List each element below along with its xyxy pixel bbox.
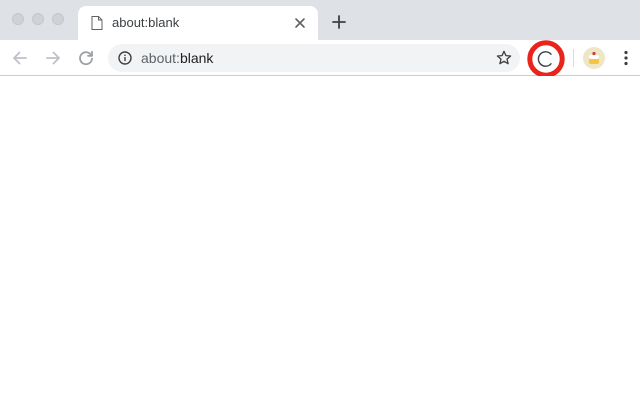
info-icon[interactable] [118, 51, 132, 65]
reload-icon[interactable] [76, 48, 96, 68]
plus-icon[interactable] [330, 13, 348, 31]
tab-title: about:blank [112, 15, 180, 30]
window-maximize-button[interactable] [52, 13, 64, 25]
avatar-image [583, 47, 605, 69]
arrow-right-icon[interactable] [43, 48, 63, 68]
extension-button[interactable] [527, 40, 565, 78]
kebab-menu-icon[interactable] [620, 49, 632, 67]
window-minimize-button[interactable] [32, 13, 44, 25]
browser-window: about:blank about:blank [0, 0, 640, 400]
arrow-left-icon[interactable] [10, 48, 30, 68]
tab-strip: about:blank [0, 0, 640, 40]
page-icon [91, 16, 103, 30]
tab-about-blank[interactable]: about:blank [78, 6, 318, 40]
close-icon[interactable] [292, 15, 308, 31]
avatar-icon[interactable] [583, 47, 605, 69]
toolbar-separator [573, 49, 574, 67]
url-scheme: about: [141, 50, 180, 66]
url-text[interactable]: about:blank [141, 50, 213, 66]
address-bar[interactable]: about:blank [108, 44, 520, 72]
page-content [0, 76, 640, 400]
star-icon[interactable] [496, 50, 512, 66]
window-close-button[interactable] [12, 13, 24, 25]
url-path: blank [179, 50, 214, 66]
